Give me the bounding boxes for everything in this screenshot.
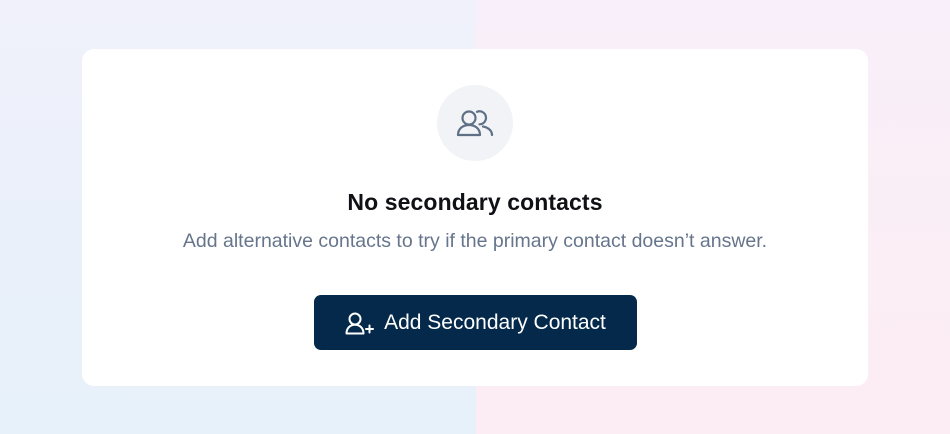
icon-circle — [437, 85, 513, 161]
empty-state-title: No secondary contacts — [347, 189, 603, 215]
add-secondary-contact-label: Add Secondary Contact — [384, 310, 606, 334]
user-plus-icon — [345, 311, 375, 335]
empty-state-description: Add alternative contacts to try if the p… — [182, 230, 768, 252]
add-secondary-contact-button[interactable]: Add Secondary Contact — [314, 295, 637, 350]
users-icon — [456, 110, 494, 137]
empty-state-card: No secondary contacts Add alternative co… — [82, 49, 868, 386]
